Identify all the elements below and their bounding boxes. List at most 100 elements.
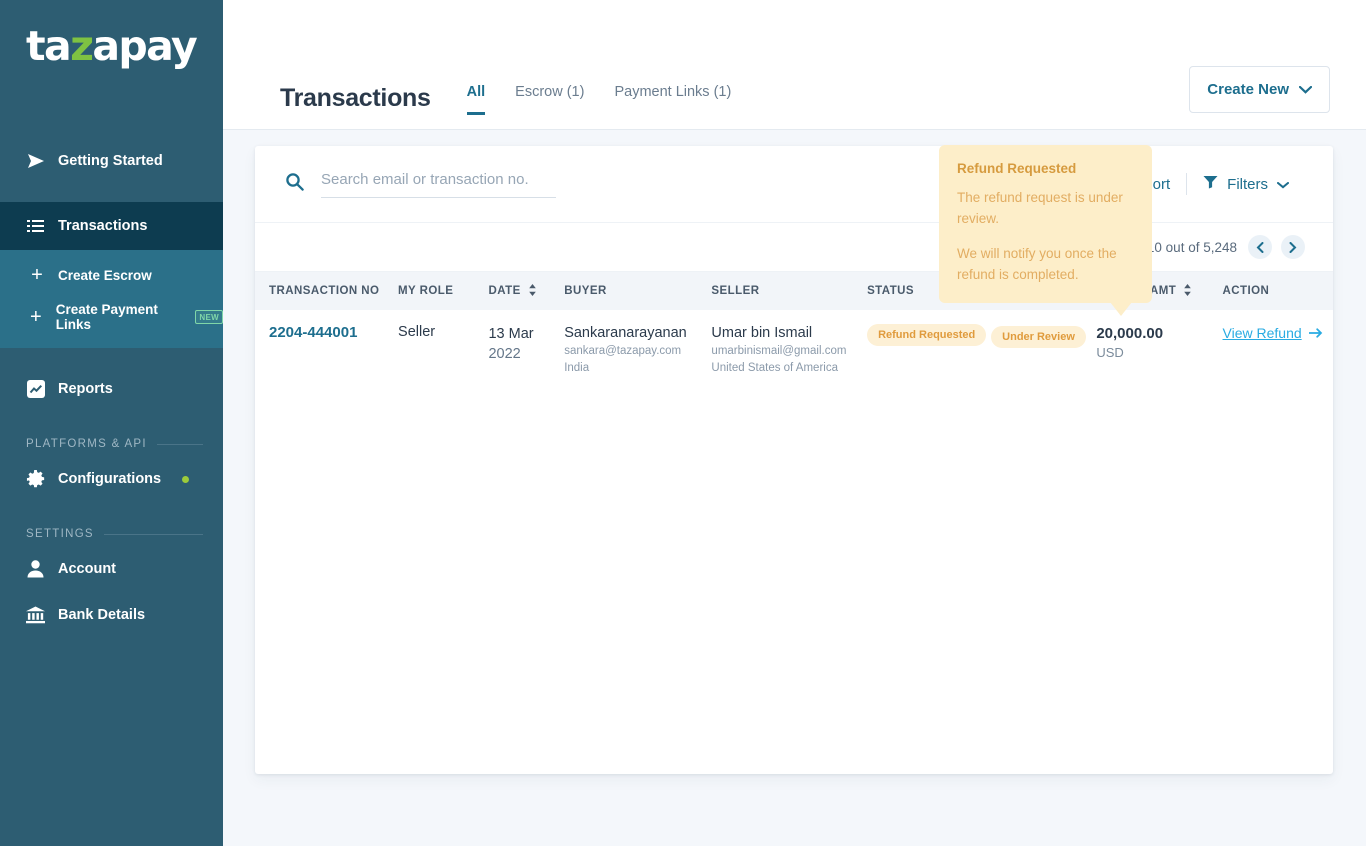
view-refund-label: View Refund — [1222, 325, 1302, 341]
invoice-currency: USD — [1096, 345, 1124, 360]
my-role-value: Seller — [398, 324, 436, 340]
chevron-down-icon — [1298, 81, 1313, 98]
sidebar-item-label: Account — [58, 561, 116, 577]
search-input[interactable] — [321, 170, 556, 188]
table-head: TRANSACTION NO MY ROLE DATE BUYER SELLER… — [255, 272, 1333, 310]
sidebar-item-label: Transactions — [58, 218, 148, 234]
th-label: DATE — [488, 285, 521, 297]
sidebar-item-label: Getting Started — [58, 153, 163, 169]
sidebar-item-configurations[interactable]: Configurations — [0, 456, 223, 502]
status-dot-icon — [182, 475, 190, 483]
plus-icon: + — [31, 264, 43, 286]
page-header: Transactions All Escrow (1) Payment Link… — [223, 0, 731, 115]
cell-buyer: Sankaranarayanan sankara@tazapay.com Ind… — [564, 310, 711, 382]
filters-label: Filters — [1227, 175, 1268, 193]
refund-tooltip: Refund Requested The refund request is u… — [939, 145, 1152, 316]
invoice-amount: 20,000.00 — [1096, 325, 1164, 342]
sidebar-item-getting-started[interactable]: Getting Started — [0, 138, 223, 184]
tab-payment-links[interactable]: Payment Links (1) — [614, 84, 731, 115]
sidebar-item-reports[interactable]: Reports — [0, 366, 223, 412]
cell-transaction-no: 2204-444001 — [255, 310, 398, 382]
card-area: Export Filters — [223, 130, 1366, 846]
th-my-role[interactable]: MY ROLE — [398, 272, 488, 310]
th-label: MY ROLE — [398, 285, 454, 297]
th-label: BUYER — [564, 285, 607, 297]
buyer-name: Sankaranarayanan — [564, 325, 687, 341]
view-refund-link[interactable]: View Refund — [1223, 325, 1323, 341]
transactions-table: TRANSACTION NO MY ROLE DATE BUYER SELLER… — [255, 272, 1333, 382]
tab-bar: All Escrow (1) Payment Links (1) — [466, 84, 731, 115]
sidebar-item-create-escrow[interactable]: + Create Escrow — [0, 254, 223, 296]
sidebar-item-label: Bank Details — [58, 607, 146, 623]
th-transaction-no[interactable]: TRANSACTION NO — [255, 272, 398, 310]
buyer-email: sankara@tazapay.com — [564, 345, 682, 357]
top-bar: Transactions All Escrow (1) Payment Link… — [223, 0, 1366, 130]
create-new-button[interactable]: Create New — [1189, 66, 1330, 113]
th-action: ACTION — [1223, 272, 1333, 310]
sidebar-item-label: Create Payment Links — [55, 302, 158, 332]
sidebar-section-label: PLATFORMS & API — [26, 438, 147, 450]
new-badge: NEW — [195, 310, 223, 324]
divider — [156, 443, 203, 445]
main-content: Transactions All Escrow (1) Payment Link… — [223, 0, 1366, 846]
filter-icon — [1203, 175, 1218, 193]
search-icon — [285, 172, 304, 196]
bank-icon — [26, 606, 45, 625]
arrow-right-icon — [1307, 325, 1323, 341]
gear-icon — [26, 469, 45, 489]
sort-icon[interactable] — [528, 283, 537, 299]
table-body: 2204-444001 Seller 13 Mar 2022 Sankarana… — [255, 310, 1333, 382]
prev-page-button[interactable] — [1248, 235, 1272, 259]
cell-status: Refund Requested — [867, 310, 991, 382]
th-date[interactable]: DATE — [488, 272, 564, 310]
th-buyer[interactable]: BUYER — [564, 272, 711, 310]
sidebar-section-label: SETTINGS — [26, 528, 94, 540]
table-row[interactable]: 2204-444001 Seller 13 Mar 2022 Sankarana… — [255, 310, 1333, 382]
sidebar-item-account[interactable]: Account — [0, 546, 223, 592]
status-badge[interactable]: Refund Requested — [867, 324, 987, 346]
sidebar-item-bank-details[interactable]: Bank Details — [0, 592, 223, 638]
transactions-card: Export Filters — [255, 146, 1333, 774]
cell-action: View Refund — [1223, 310, 1333, 382]
chart-icon — [26, 380, 45, 399]
date-main: 13 Mar — [488, 326, 534, 342]
tab-all[interactable]: All — [466, 84, 485, 115]
sidebar-group-transactions: Transactions + Create Escrow + Create Pa… — [0, 202, 223, 348]
tab-escrow[interactable]: Escrow (1) — [515, 84, 584, 115]
search-toolbar: Export Filters — [255, 146, 1333, 223]
person-icon — [26, 560, 45, 579]
pagination-bar: 10 per page Showing 10 out of 5,248 — [255, 223, 1333, 272]
next-page-button[interactable] — [1281, 235, 1305, 259]
sidebar-item-transactions[interactable]: Transactions — [0, 202, 223, 250]
seller-name: Umar bin Ismail — [711, 325, 813, 341]
pager-arrows — [1248, 235, 1305, 259]
sidebar-item-create-payment-links[interactable]: + Create Payment Links NEW — [0, 296, 223, 338]
buyer-country: India — [564, 362, 590, 374]
sidebar-section-platforms: PLATFORMS & API — [26, 438, 203, 450]
date-year: 2022 — [488, 346, 521, 362]
sort-icon[interactable] — [1183, 283, 1192, 299]
sidebar-submenu: + Create Escrow + Create Payment Links N… — [0, 250, 223, 348]
seller-country: United States of America — [711, 362, 838, 374]
table-header-row: TRANSACTION NO MY ROLE DATE BUYER SELLER… — [255, 272, 1333, 310]
th-seller[interactable]: SELLER — [711, 272, 867, 310]
filters-button[interactable]: Filters — [1187, 175, 1305, 193]
list-icon — [26, 217, 45, 236]
tooltip-line-2: We will notify you once the refund is co… — [957, 246, 1117, 282]
cell-invoice-amt: 20,000.00 USD — [1096, 310, 1222, 382]
tooltip-line-1: The refund request is under review. — [957, 190, 1123, 226]
plus-icon: + — [30, 306, 42, 328]
cell-seller: Umar bin Ismail umarbinismail@gmail.com … — [711, 310, 867, 382]
th-label: SELLER — [711, 285, 760, 297]
th-label: STATUS — [867, 285, 915, 297]
divider — [103, 533, 203, 535]
sidebar-item-label: Create Escrow — [58, 267, 152, 283]
brand-logo[interactable]: tazapay — [0, 0, 223, 130]
sidebar-item-label: Configurations — [58, 471, 162, 487]
refund-badge[interactable]: Under Review — [991, 326, 1086, 348]
cell-date: 13 Mar 2022 — [488, 310, 564, 382]
th-label: ACTION — [1222, 285, 1270, 297]
create-new-label: Create New — [1207, 81, 1289, 98]
transaction-no-link[interactable]: 2204-444001 — [269, 324, 357, 341]
chevron-down-icon — [1277, 176, 1289, 193]
